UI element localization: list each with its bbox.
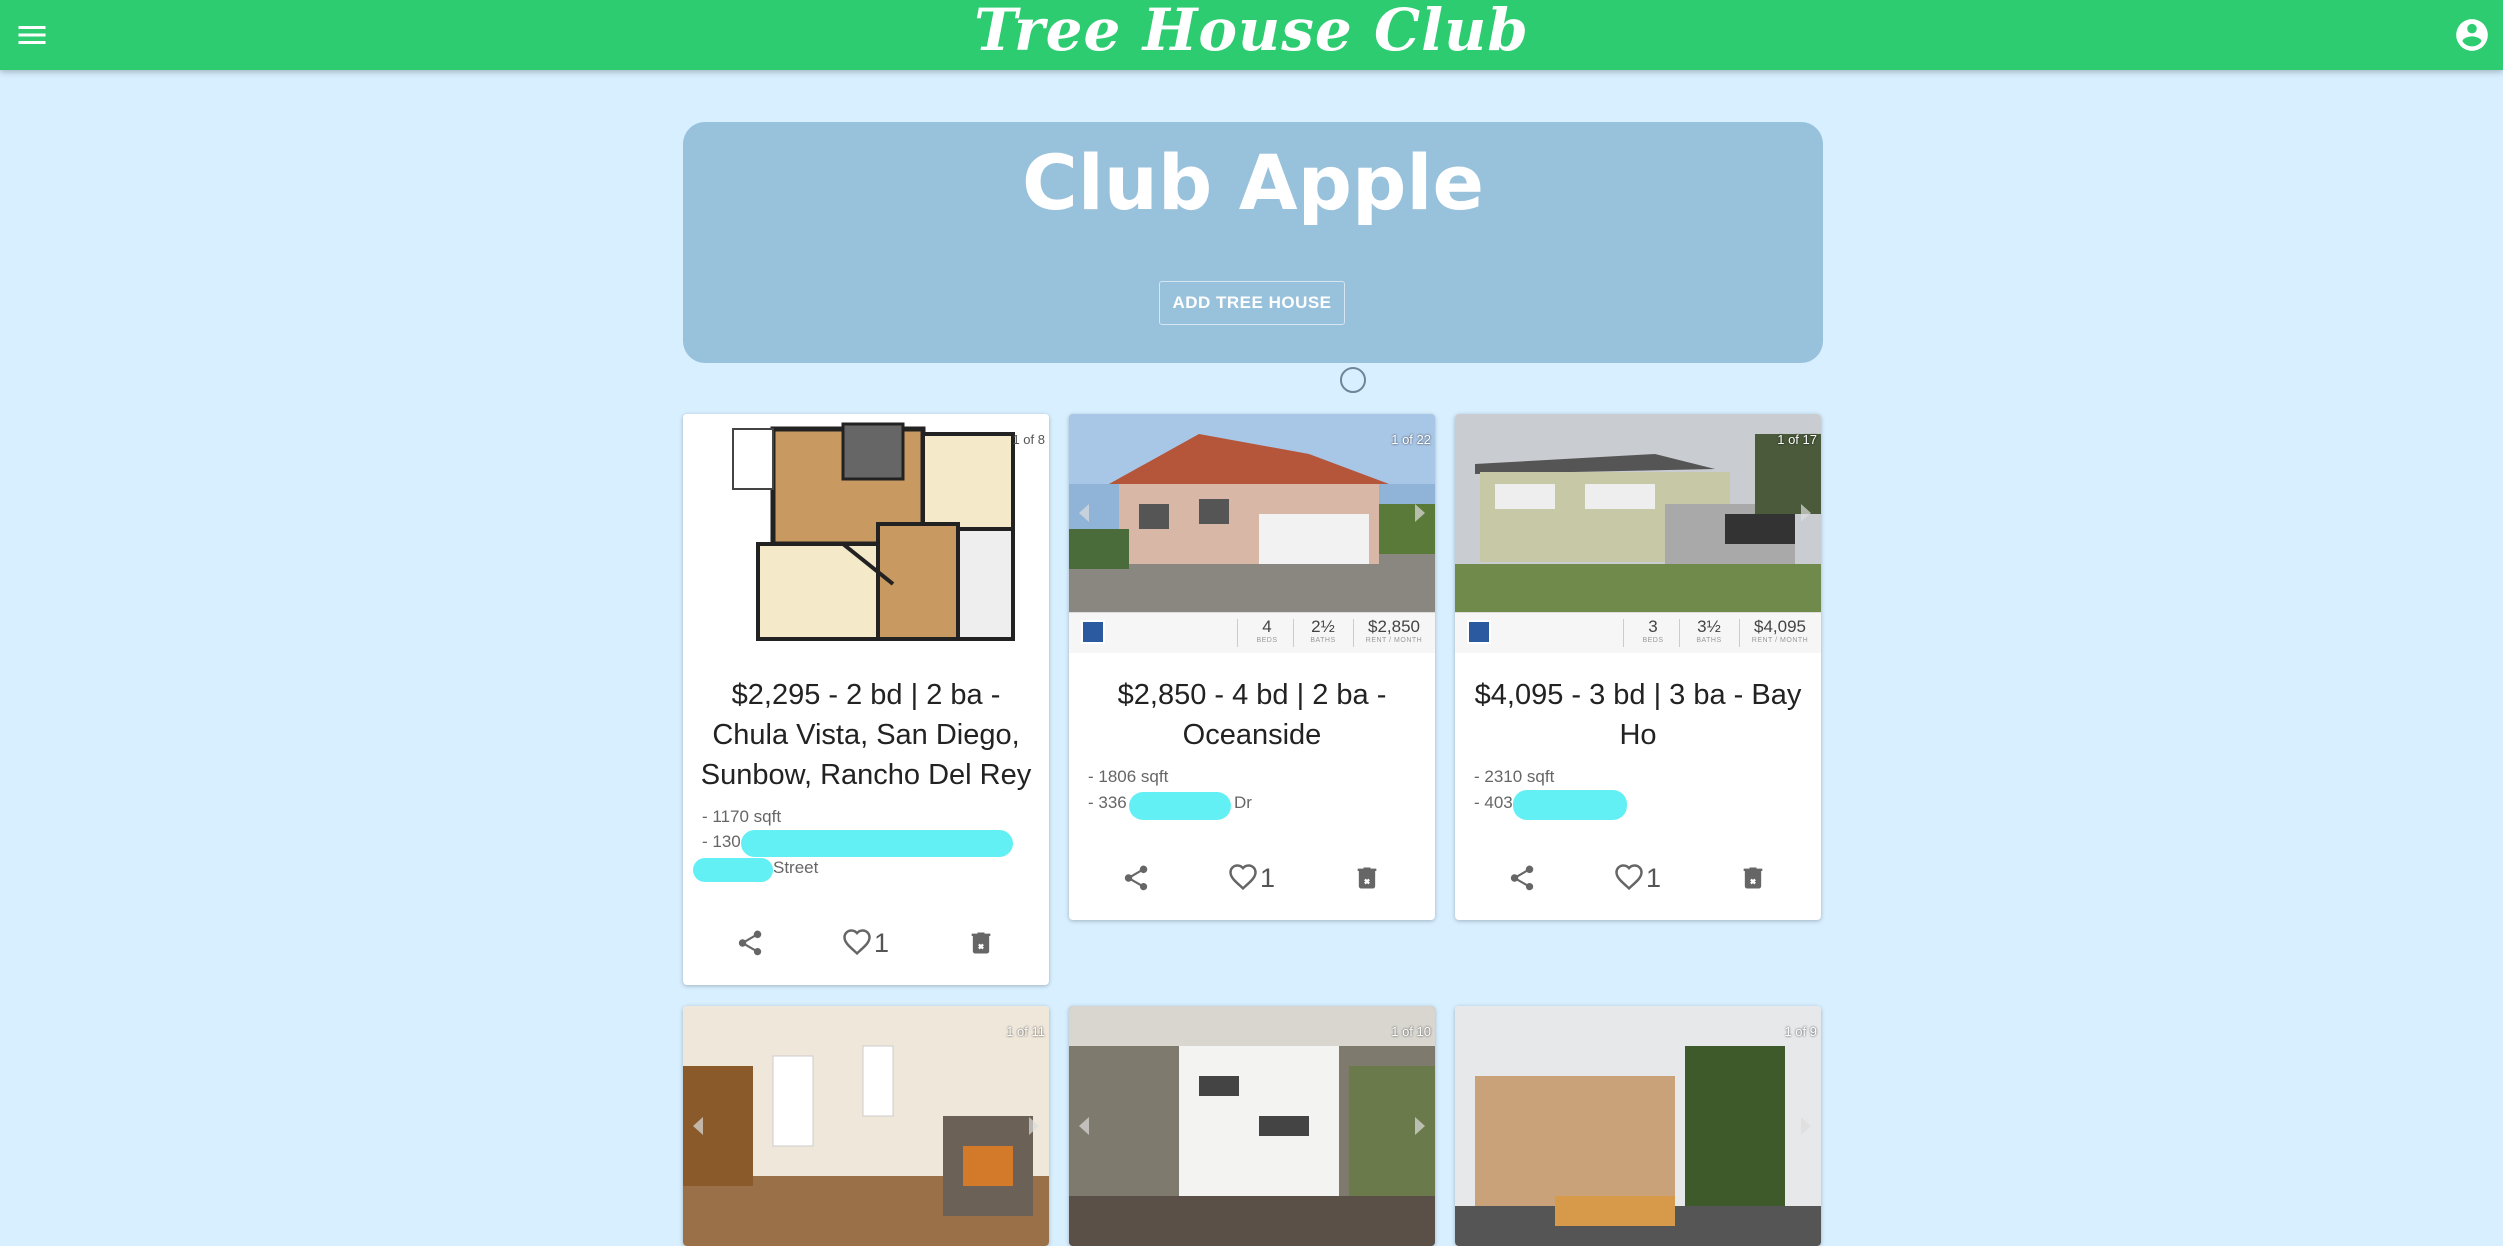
delete-button[interactable] xyxy=(967,923,995,963)
floorplan-image[interactable]: 1 of 8 xyxy=(683,414,1049,652)
card-actions: 1 xyxy=(683,923,1049,963)
heart-outline-icon xyxy=(1229,864,1257,891)
listing-card[interactable]: 1 of 22 4 BEDS 2½ BATHS $2,850 RENT / MONTH… xyxy=(1069,414,1435,920)
image-counter: 1 of 9 xyxy=(1784,1024,1817,1039)
delete-icon xyxy=(1743,867,1763,889)
listing-title: $4,095 - 3 bd | 3 ba - Bay Ho xyxy=(1474,679,1802,751)
listing-address-suffix: Street xyxy=(773,858,819,877)
chevron-left-icon[interactable] xyxy=(693,1117,703,1135)
listing-photo[interactable]: 1 of 11 xyxy=(683,1006,1049,1246)
like-count: 1 xyxy=(1646,862,1662,893)
baths-value: 2½ xyxy=(1311,617,1335,636)
chevron-right-icon[interactable] xyxy=(1415,1117,1425,1135)
app-title: Tree House Club xyxy=(974,0,1529,64)
heart-outline-icon xyxy=(843,929,871,956)
delete-button[interactable] xyxy=(1353,858,1381,898)
card-actions: 1 xyxy=(1069,858,1435,898)
rent-value: $2,850 xyxy=(1368,617,1420,636)
listing-card[interactable]: 1 of 9 xyxy=(1455,1006,1821,1246)
beds-label: BEDS xyxy=(1256,637,1278,644)
address-redaction xyxy=(1513,790,1627,820)
image-counter: 1 of 10 xyxy=(1391,1024,1431,1039)
listing-sqft: - 1806 sqft xyxy=(1088,767,1169,786)
like-count: 1 xyxy=(874,927,890,958)
listing-title: $2,850 - 4 bd | 2 ba - Oceanside xyxy=(1117,679,1387,751)
listing-stats-strip: 4 BEDS 2½ BATHS $2,850 RENT / MONTH xyxy=(1069,612,1435,653)
listing-photo[interactable]: 1 of 10 xyxy=(1069,1006,1435,1246)
baths-label: BATHS xyxy=(1310,637,1336,644)
rent-label: RENT / MONTH xyxy=(1751,637,1809,644)
listing-photo[interactable]: 1 of 22 xyxy=(1069,414,1435,612)
listing-title: $2,295 - 2 bd | 2 ba - Chula Vista, San … xyxy=(700,679,1032,791)
listing-address-prefix: - 336 xyxy=(1088,793,1127,812)
chevron-right-icon[interactable] xyxy=(1801,504,1811,522)
chevron-left-icon[interactable] xyxy=(1079,504,1089,522)
listing-address-prefix: - 403 xyxy=(1474,793,1513,812)
image-counter: 1 of 17 xyxy=(1777,432,1817,447)
baths-label: BATHS xyxy=(1696,637,1722,644)
chevron-right-icon[interactable] xyxy=(1415,504,1425,522)
address-redaction xyxy=(693,858,773,882)
listing-sqft: - 1170 sqft xyxy=(702,807,782,826)
like-count: 1 xyxy=(1260,862,1276,893)
agency-logo xyxy=(1081,620,1105,644)
delete-button[interactable] xyxy=(1739,858,1767,898)
chevron-left-icon[interactable] xyxy=(1079,1117,1089,1135)
chevron-right-icon[interactable] xyxy=(1801,1117,1811,1135)
add-tree-house-button[interactable]: ADD TREE HOUSE xyxy=(1159,281,1345,325)
account-circle-icon[interactable] xyxy=(2453,16,2491,54)
club-header: Club Apple ADD TREE HOUSE xyxy=(683,122,1823,363)
image-counter: 1 of 22 xyxy=(1391,432,1431,447)
loading-spinner xyxy=(1340,367,1366,393)
share-icon xyxy=(1510,865,1534,891)
rent-value: $4,095 xyxy=(1754,617,1806,636)
listing-photo[interactable]: 1 of 17 xyxy=(1455,414,1821,612)
listing-card[interactable]: 1 of 11 xyxy=(683,1006,1049,1246)
app-bar: Tree House Club xyxy=(0,0,2503,70)
listing-card[interactable]: 1 of 10 xyxy=(1069,1006,1435,1246)
like-button[interactable]: 1 xyxy=(1228,858,1275,898)
card-actions: 1 xyxy=(1455,858,1821,898)
heart-outline-icon xyxy=(1615,864,1643,891)
listing-photo[interactable]: 1 of 9 xyxy=(1455,1006,1821,1246)
image-counter: 1 of 8 xyxy=(1012,432,1045,447)
club-title: Club Apple xyxy=(1021,138,1484,227)
share-button[interactable] xyxy=(735,923,765,963)
address-redaction xyxy=(741,830,1013,857)
image-counter: 1 of 11 xyxy=(1006,1024,1045,1039)
share-button[interactable] xyxy=(1507,858,1537,898)
beds-label: BEDS xyxy=(1642,637,1664,644)
baths-value: 3½ xyxy=(1697,617,1721,636)
listing-address-suffix: Dr xyxy=(1234,793,1252,812)
rent-label: RENT / MONTH xyxy=(1365,637,1423,644)
listing-stats-strip: 3 BEDS 3½ BATHS $4,095 RENT / MONTH xyxy=(1455,612,1821,653)
share-icon xyxy=(738,930,762,956)
beds-value: 4 xyxy=(1262,617,1272,636)
address-redaction xyxy=(1129,792,1231,820)
listing-card[interactable]: 1 of 17 3 BEDS 3½ BATHS $4,095 RENT / MONTH… xyxy=(1455,414,1821,920)
beds-value: 3 xyxy=(1648,617,1658,636)
share-button[interactable] xyxy=(1121,858,1151,898)
like-button[interactable]: 1 xyxy=(842,923,889,963)
like-button[interactable]: 1 xyxy=(1614,858,1661,898)
share-icon xyxy=(1124,865,1148,891)
listing-sqft: - 2310 sqft xyxy=(1474,767,1555,786)
listing-card[interactable]: 1 of 8 $2,295 - 2 bd | 2 ba - Chula Vist… xyxy=(683,414,1049,985)
delete-icon xyxy=(971,932,991,954)
delete-icon xyxy=(1357,867,1377,889)
agency-logo xyxy=(1467,620,1491,644)
listing-address-prefix: - 130 xyxy=(702,832,741,851)
chevron-right-icon[interactable] xyxy=(1029,1117,1039,1135)
